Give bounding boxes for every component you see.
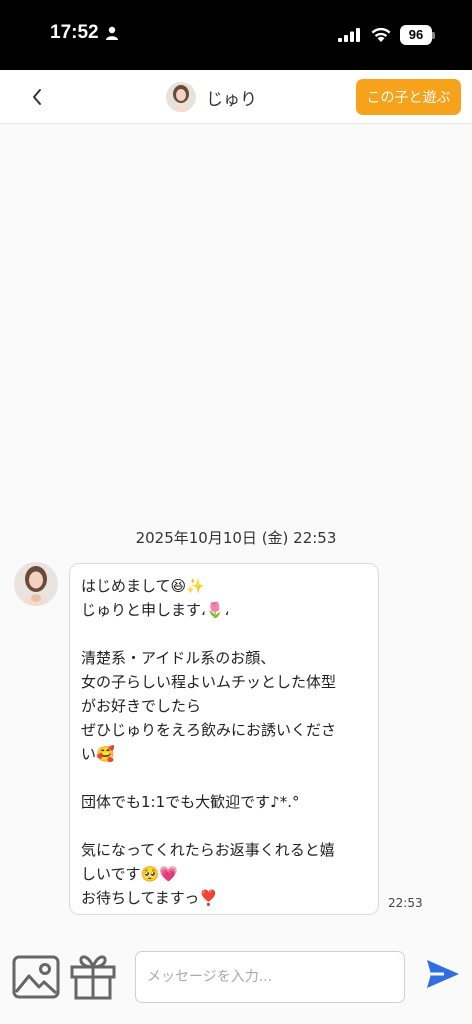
header-profile[interactable]: じゅり (166, 81, 257, 113)
message-line (81, 622, 367, 646)
status-time-group: 17:52 (50, 22, 119, 44)
message-line (81, 766, 367, 790)
play-button[interactable]: この子と遊ぶ (356, 79, 461, 115)
wifi-icon (371, 27, 391, 42)
message-line: 団体でも1:1でも大歓迎です♪*.° (81, 793, 300, 811)
message-line: い🥰 (81, 745, 115, 763)
header-title: じゅり (206, 89, 257, 110)
message-line: 気になってくれたらお返事くれると嬉 (81, 841, 335, 859)
person-icon (105, 26, 118, 40)
battery-tip (432, 32, 435, 39)
message-bubble: はじめまして😆✨ じゅりと申します،🌷، 清楚系・アイドル系のお顔、 女の子らし… (69, 563, 379, 915)
message-line: しいです🥺💗 (81, 865, 178, 883)
chevron-left-icon (33, 89, 41, 105)
signal-icon (338, 28, 360, 42)
battery-indicator: 96 (400, 25, 432, 45)
chat-header: じゅり この子と遊ぶ (0, 70, 472, 124)
avatar (166, 82, 196, 112)
message-line: じゅりと申します،🌷، (81, 601, 230, 619)
back-button[interactable] (22, 82, 52, 112)
message-line: ぜひじゅりをえろ飲みにお誘いくださ (81, 721, 337, 739)
send-button[interactable] (424, 955, 462, 993)
message-line: がお好きでしたら (81, 697, 202, 715)
message-line (81, 814, 367, 838)
message-line: 清楚系・アイドル系のお顔、 (81, 649, 276, 667)
message-input[interactable] (135, 951, 405, 1003)
gift-icon (70, 955, 116, 1000)
status-bar: 17:52 96 (0, 0, 472, 70)
date-label: 2025年10月10日 (金) 22:53 (135, 529, 337, 547)
message-line: お待ちしてますっ❣️ (81, 889, 218, 907)
gift-button[interactable] (68, 951, 118, 1001)
sender-avatar[interactable] (14, 562, 58, 606)
status-time: 17:52 (50, 22, 99, 43)
message-line: はじめまして😆✨ (81, 577, 205, 595)
message-line: 女の子らしい程よいムチッとした体型 (81, 673, 337, 691)
message-timestamp: 22:53 (388, 896, 423, 910)
image-icon (12, 955, 60, 999)
send-icon (427, 960, 459, 988)
image-button[interactable] (12, 955, 60, 999)
